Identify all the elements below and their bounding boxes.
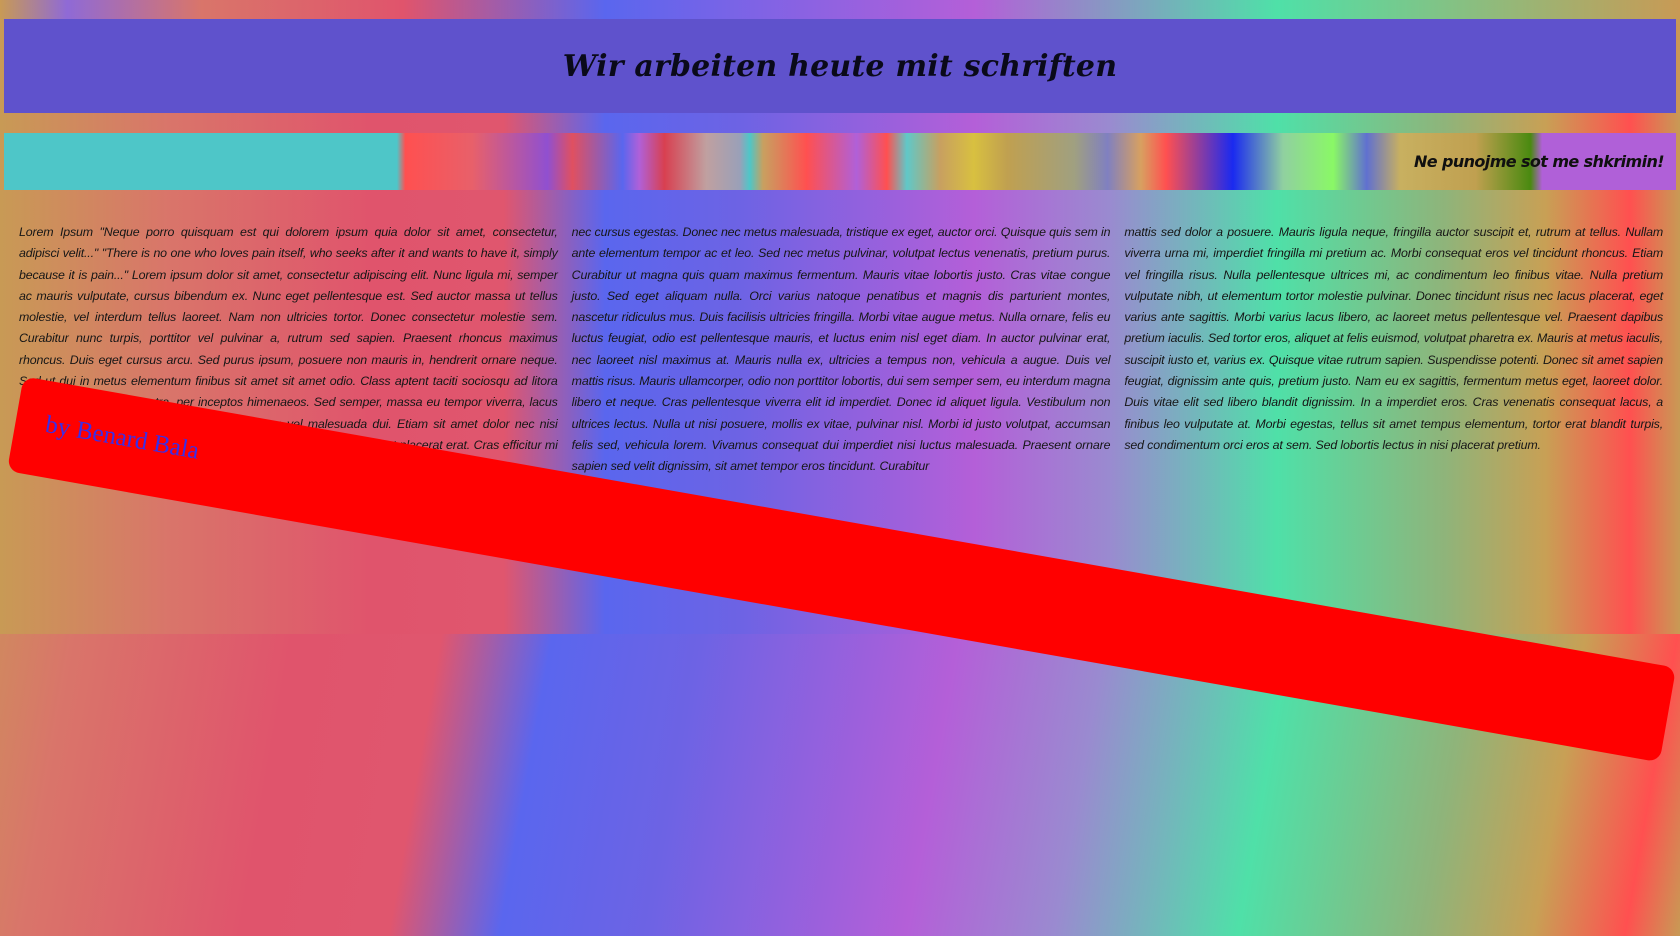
stripe-banner: Ne punojme sot me shkrimin!: [4, 133, 1676, 190]
text-column-3: mattis sed dolor a posuere. Mauris ligul…: [1124, 225, 1664, 452]
stripe-banner-text: Ne punojme sot me shkrimin!: [1413, 152, 1665, 171]
header-bar: Wir arbeiten heute mit schriften: [4, 19, 1676, 113]
author-credit: by Benard Bala: [43, 411, 202, 465]
text-column-2: nec cursus egestas. Donec nec metus male…: [571, 225, 1111, 474]
page-title: Wir arbeiten heute mit schriften: [562, 48, 1118, 84]
